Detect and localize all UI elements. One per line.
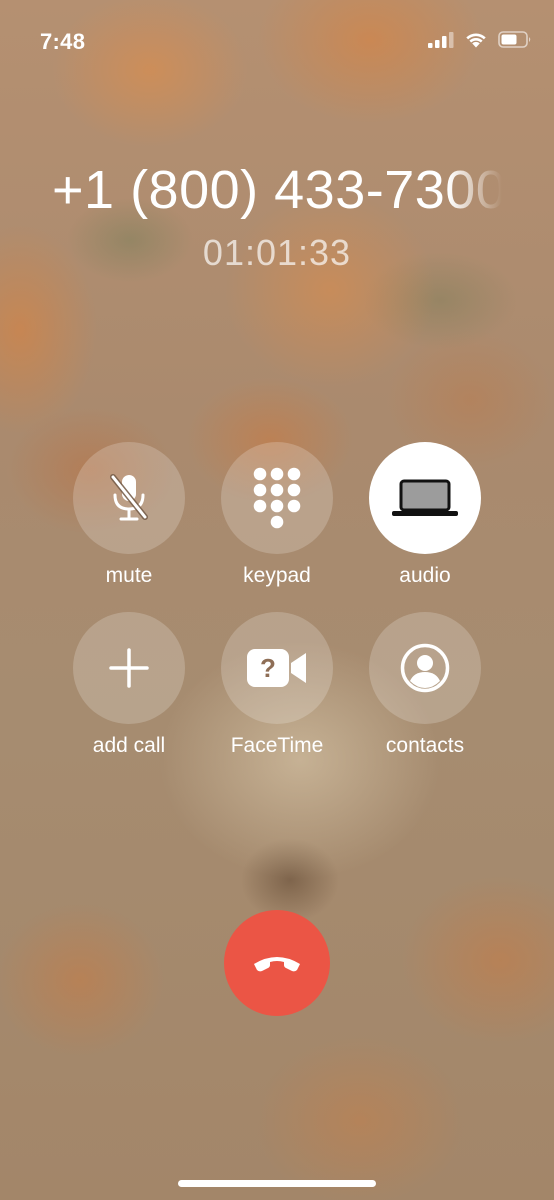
facetime-button-circle[interactable]: ? (221, 612, 333, 724)
plus-icon (109, 648, 149, 688)
contacts-label: contacts (385, 734, 465, 757)
audio-button[interactable]: audio (350, 442, 500, 588)
status-bar: 7:48 (0, 0, 554, 80)
mute-button[interactable]: mute (54, 442, 204, 588)
end-call-button[interactable] (224, 910, 330, 1016)
contacts-button[interactable]: contacts (350, 612, 500, 758)
battery-icon (498, 31, 531, 48)
caller-info: +1 (800) 433-7300 01:01:33 (0, 160, 554, 274)
keypad-label: keypad (243, 564, 311, 587)
wifi-icon (466, 33, 486, 48)
add-call-label: add call (92, 734, 166, 757)
laptop-icon (392, 479, 458, 516)
status-time: 7:48 (40, 29, 86, 54)
audio-label: audio (399, 564, 451, 587)
add-call-button-circle[interactable] (73, 612, 185, 724)
contacts-button-circle[interactable] (369, 612, 481, 724)
mute-button-circle[interactable] (73, 442, 185, 554)
svg-text:?: ? (260, 653, 276, 683)
keypad-icon (253, 467, 301, 529)
facetime-unavailable-icon: ? (247, 649, 306, 687)
keypad-button[interactable]: keypad (202, 442, 352, 588)
mic-slash-icon (110, 474, 148, 521)
call-screen: 7:48 +1 (800) 433-7300 01:01:33 mute key… (0, 0, 554, 1200)
home-indicator[interactable] (178, 1180, 376, 1187)
audio-button-circle[interactable] (369, 442, 481, 554)
phone-hangup-icon (254, 957, 300, 972)
facetime-label: FaceTime (230, 734, 324, 757)
keypad-button-circle[interactable] (221, 442, 333, 554)
mute-label: mute (105, 564, 153, 587)
call-timer: 01:01:33 (202, 232, 352, 273)
add-call-button[interactable]: add call (54, 612, 204, 758)
cellular-signal-icon (428, 31, 454, 48)
facetime-button[interactable]: ? FaceTime (202, 612, 352, 758)
contact-icon (400, 643, 450, 693)
caller-number: +1 (800) 433-7300 (52, 160, 502, 220)
caller-number-container: +1 (800) 433-7300 (52, 160, 502, 220)
status-icons (428, 31, 532, 48)
